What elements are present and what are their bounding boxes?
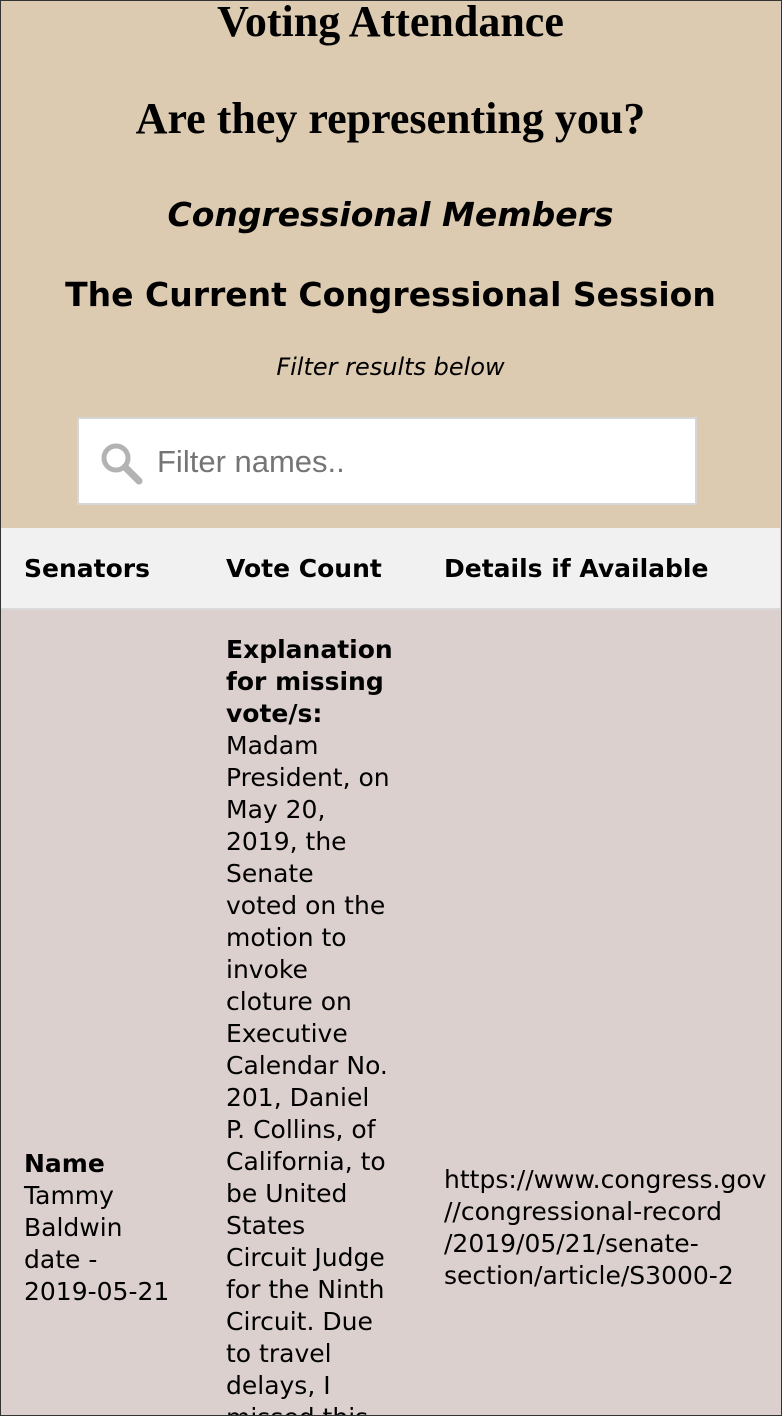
explanation-line: Calendar No. (226, 1051, 388, 1080)
explanation-line: be United (226, 1179, 348, 1208)
explanation-label: vote/s: (226, 699, 323, 728)
explanation-line: Senate (226, 859, 314, 888)
explanation-line: for the Ninth (226, 1275, 385, 1304)
page-subtitle: Are they representing you? (135, 94, 646, 143)
explanation-line: California, to (226, 1147, 386, 1176)
members-heading: Congressional Members (167, 195, 614, 234)
explanation-line: Executive (226, 1019, 348, 1048)
explanation-line: motion to (226, 923, 347, 952)
filter-note: Filter results below (276, 353, 505, 381)
vote-count-cell: Explanation for missing vote/s: Madam Pr… (226, 634, 406, 1416)
column-header-details: Details if Available (444, 554, 709, 583)
explanation-label: for missing (226, 667, 384, 696)
search-input[interactable] (157, 433, 677, 491)
page-title: Voting Attendance (217, 0, 564, 46)
explanation-line: Madam (226, 731, 319, 760)
name-line: Baldwin (24, 1213, 123, 1242)
explanation-line: Circuit Judge (226, 1243, 385, 1272)
details-link-line: /2019/05/21/senate- (444, 1229, 699, 1258)
explanation-line: Circuit. Due (226, 1307, 373, 1336)
explanation-line: States (226, 1211, 306, 1240)
explanation-line: delays, I (226, 1371, 331, 1400)
details-link-line: https://www.congress.gov (444, 1165, 767, 1194)
search-box[interactable] (77, 417, 697, 505)
explanation-line: May 20, (226, 795, 326, 824)
date-value: 2019-05-21 (24, 1277, 170, 1306)
session-heading: The Current Congressional Session (65, 275, 716, 314)
explanation-line: 2019, the (226, 827, 347, 856)
date-line: date - (24, 1245, 98, 1274)
table-header: Senators Vote Count Details if Available (1, 528, 780, 610)
column-header-senators: Senators (24, 554, 150, 583)
column-header-vote-count: Vote Count (226, 554, 382, 583)
name-line: Tammy (24, 1181, 114, 1210)
explanation-line: cloture on (226, 987, 352, 1016)
explanation-line: 201, Daniel (226, 1083, 370, 1112)
table-row: Name Tammy Baldwin date - 2019-05-21 Exp… (1, 610, 780, 1416)
page-header: Voting Attendance Are they representing … (1, 0, 780, 528)
search-icon (101, 443, 143, 485)
explanation-label: Explanation (226, 635, 393, 664)
details-cell: https://www.congress.gov //congressional… (444, 1164, 780, 1292)
explanation-line: P. Collins, of (226, 1115, 376, 1144)
details-link-line: //congressional-record (444, 1197, 722, 1226)
explanation-line: to travel (226, 1339, 332, 1368)
explanation-line: missed this (226, 1402, 406, 1416)
explanation-line: President, on (226, 763, 390, 792)
explanation-line: invoke (226, 955, 308, 984)
name-label: Name (24, 1149, 105, 1178)
senator-cell: Name Tammy Baldwin date - 2019-05-21 (24, 1148, 214, 1308)
details-link-line: section/article/S3000-2 (444, 1261, 734, 1290)
explanation-line: voted on the (226, 891, 386, 920)
